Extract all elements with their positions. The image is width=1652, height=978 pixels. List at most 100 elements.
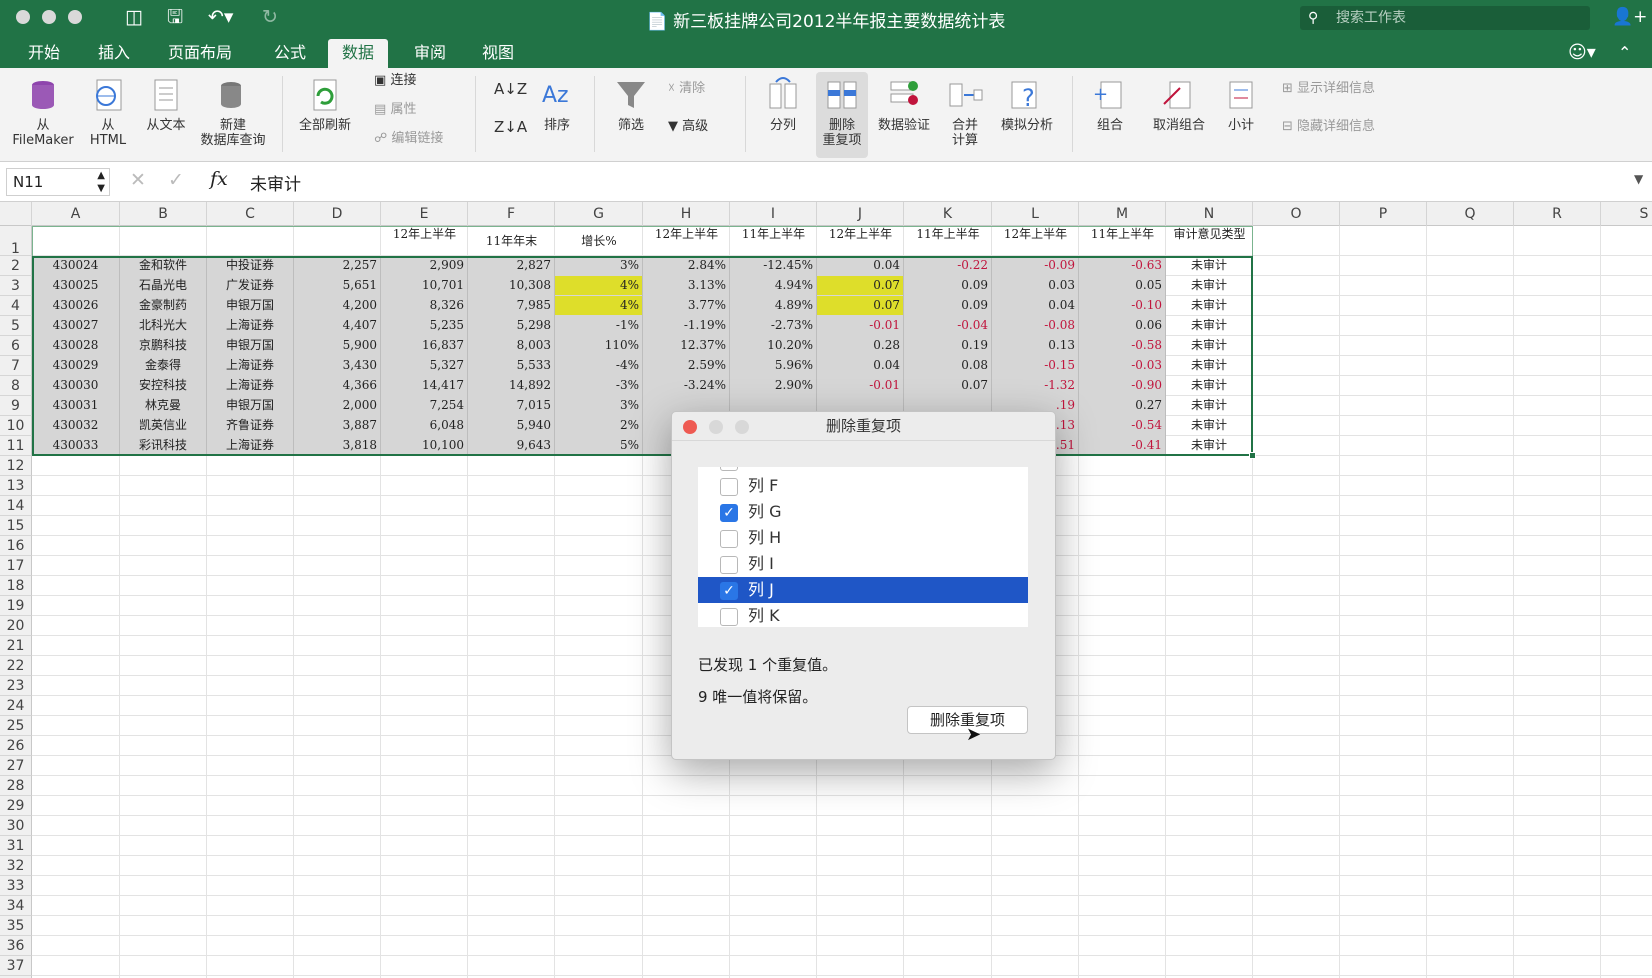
column-header-E[interactable]: E (381, 202, 468, 226)
row-header-16[interactable]: 16 (0, 536, 32, 556)
column-list-item[interactable]: ✓ 列 G (698, 499, 1028, 525)
column-list-item[interactable]: 列 H (698, 525, 1028, 551)
column-list-item[interactable]: 列 I (698, 551, 1028, 577)
column-checkbox[interactable] (720, 556, 738, 574)
row-header-35[interactable]: 35 (0, 916, 32, 936)
tab-view[interactable]: 视图 (468, 39, 528, 68)
row-header-31[interactable]: 31 (0, 836, 32, 856)
row-header-15[interactable]: 15 (0, 516, 32, 536)
connections-button[interactable]: ▣ 连接 (374, 72, 416, 90)
clear-filter-button[interactable]: ☓ 清除 (668, 80, 705, 98)
function-icon[interactable]: fx (210, 168, 228, 190)
row-header-13[interactable]: 13 (0, 476, 32, 496)
column-checkbox[interactable]: ✓ (720, 504, 738, 522)
hide-detail-button[interactable]: ⊟ 隐藏详细信息 (1282, 118, 1375, 136)
sort-descending-icon[interactable]: Z↓A (494, 118, 527, 136)
column-header-K[interactable]: K (904, 202, 992, 226)
row-header-32[interactable]: 32 (0, 856, 32, 876)
tab-review[interactable]: 审阅 (400, 39, 460, 68)
row-header-2[interactable]: 2 (0, 256, 32, 276)
row-header-22[interactable]: 22 (0, 656, 32, 676)
name-box-stepper-icon[interactable]: ▲ ▼ (97, 169, 105, 195)
row-header-28[interactable]: 28 (0, 776, 32, 796)
row-header-9[interactable]: 9 (0, 396, 32, 416)
row-header-34[interactable]: 34 (0, 896, 32, 916)
column-header-I[interactable]: I (730, 202, 817, 226)
formula-input[interactable]: 未审计 (250, 170, 301, 195)
properties-button[interactable]: ▤ 属性 (374, 101, 416, 119)
show-detail-button[interactable]: ⊞ 显示详细信息 (1282, 80, 1375, 98)
column-header-G[interactable]: G (555, 202, 643, 226)
expand-formula-icon[interactable]: ▼ (1634, 172, 1643, 186)
row-header-6[interactable]: 6 (0, 336, 32, 356)
row-header-23[interactable]: 23 (0, 676, 32, 696)
row-header-24[interactable]: 24 (0, 696, 32, 716)
row-header-27[interactable]: 27 (0, 756, 32, 776)
filter-button[interactable]: 筛选 (608, 76, 654, 133)
row-header-4[interactable]: 4 (0, 296, 32, 316)
row-header-10[interactable]: 10 (0, 416, 32, 436)
tab-data[interactable]: 数据 (328, 39, 389, 68)
row-header-18[interactable]: 18 (0, 576, 32, 596)
row-header-1[interactable]: 1 (0, 226, 32, 257)
row-header-8[interactable]: 8 (0, 376, 32, 396)
name-box[interactable]: N11 ▲ ▼ (6, 168, 110, 196)
from-html-button[interactable]: 从 HTML (82, 76, 134, 148)
tab-home[interactable]: 开始 (14, 39, 74, 68)
row-header-26[interactable]: 26 (0, 736, 32, 756)
tab-formulas[interactable]: 公式 (260, 39, 320, 68)
sort-ascending-icon[interactable]: A↓Z (494, 80, 527, 98)
row-header-33[interactable]: 33 (0, 876, 32, 896)
column-list-item[interactable]: 列 F (698, 473, 1028, 499)
row-header-11[interactable]: 11 (0, 436, 32, 456)
column-header-R[interactable]: R (1514, 202, 1601, 226)
share-icon[interactable]: 👤+ (1612, 5, 1647, 29)
row-header-5[interactable]: 5 (0, 316, 32, 336)
remove-duplicates-button[interactable]: 删除 重复项 (816, 72, 868, 158)
group-button[interactable]: + 组合 (1084, 76, 1136, 133)
column-header-P[interactable]: P (1340, 202, 1427, 226)
column-header-F[interactable]: F (468, 202, 555, 226)
row-header-17[interactable]: 17 (0, 556, 32, 576)
row-header-30[interactable]: 30 (0, 816, 32, 836)
column-header-M[interactable]: M (1079, 202, 1166, 226)
column-header-Q[interactable]: Q (1427, 202, 1514, 226)
row-header-20[interactable]: 20 (0, 616, 32, 636)
new-database-query-button[interactable]: 新建 数据库查询 (196, 76, 270, 148)
tab-insert[interactable]: 插入 (84, 39, 144, 68)
ungroup-button[interactable]: 取消组合 (1146, 76, 1212, 133)
subtotal-button[interactable]: 小计 (1218, 76, 1264, 133)
column-checkbox[interactable] (720, 608, 738, 626)
column-checkbox[interactable] (720, 530, 738, 548)
edit-links-button[interactable]: ☍ 编辑链接 (374, 130, 443, 148)
column-header-O[interactable]: O (1253, 202, 1340, 226)
column-header-S[interactable]: S (1601, 202, 1652, 226)
column-header-H[interactable]: H (643, 202, 730, 226)
text-to-columns-button[interactable]: 分列 (760, 76, 806, 133)
row-header-25[interactable]: 25 (0, 716, 32, 736)
row-header-12[interactable]: 12 (0, 456, 32, 476)
column-header-D[interactable]: D (294, 202, 381, 226)
column-checkbox[interactable] (720, 478, 738, 496)
column-header-B[interactable]: B (120, 202, 207, 226)
cancel-icon[interactable]: ✕ (130, 169, 146, 191)
refresh-all-button[interactable]: 全部刷新 (290, 76, 360, 133)
row-header-14[interactable]: 14 (0, 496, 32, 516)
consolidate-button[interactable]: 合并 计算 (942, 76, 988, 148)
column-header-L[interactable]: L (992, 202, 1079, 226)
fill-handle[interactable] (1249, 452, 1256, 459)
column-header-C[interactable]: C (207, 202, 294, 226)
sort-button[interactable]: Az 排序 (534, 76, 580, 133)
column-list-item[interactable]: 列 K (698, 603, 1028, 627)
dialog-close-button[interactable] (683, 420, 697, 434)
select-all-corner[interactable] (0, 202, 32, 226)
data-validation-button[interactable]: 数据验证 (872, 76, 936, 133)
row-header-37[interactable]: 37 (0, 956, 32, 976)
smiley-feedback-icon[interactable]: ☺▾ (1554, 39, 1610, 68)
enter-icon[interactable]: ✓ (168, 169, 184, 191)
tab-page-layout[interactable]: 页面布局 (154, 39, 246, 68)
column-header-J[interactable]: J (817, 202, 904, 226)
row-header-29[interactable]: 29 (0, 796, 32, 816)
column-header-N[interactable]: N (1166, 202, 1253, 226)
row-header-7[interactable]: 7 (0, 356, 32, 376)
